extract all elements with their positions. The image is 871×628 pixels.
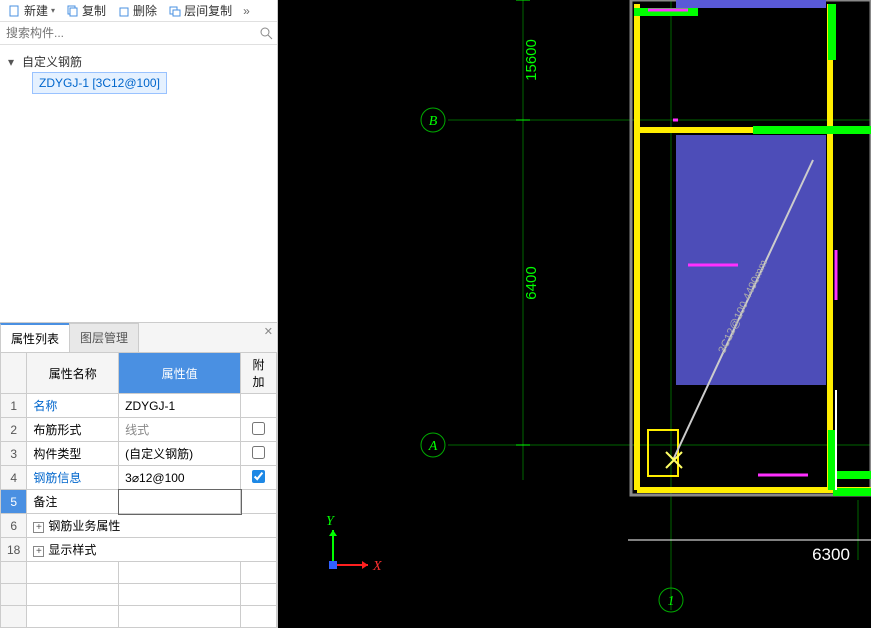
component-tree: ▾ 自定义钢筋 ZDYGJ-1 [3C12@100] <box>0 45 277 100</box>
expand-icon[interactable]: + <box>33 546 44 557</box>
prop-name-name: 名称 <box>27 394 119 418</box>
floor-copy-button[interactable]: 层间复制 <box>164 0 237 21</box>
svg-text:X: X <box>372 559 382 574</box>
property-table: 属性名称 属性值 附加 1 名称 ZDYGJ-1 2 布筋形式 线式 3 构件类… <box>0 352 277 628</box>
prop-name-layout: 布筋形式 <box>27 418 119 442</box>
delete-icon <box>118 5 130 17</box>
svg-text:Y: Y <box>326 514 336 529</box>
extra-chk-layout[interactable] <box>252 422 265 435</box>
prop-row-layout[interactable]: 2 布筋形式 线式 <box>1 418 277 442</box>
svg-text:A: A <box>428 439 438 454</box>
prop-val-name[interactable]: ZDYGJ-1 <box>119 394 241 418</box>
caret-down-icon: ▾ <box>8 55 18 69</box>
drawing-canvas[interactable]: B A 1 15600 6400 6300 X Y <box>278 0 871 628</box>
prop-header-extra: 附加 <box>241 353 277 394</box>
delete-button[interactable]: 删除 <box>113 0 162 21</box>
delete-label: 删除 <box>133 2 157 19</box>
extra-chk-rebar[interactable] <box>252 470 265 483</box>
new-button[interactable]: 新建 ▾ <box>4 0 60 21</box>
expand-icon[interactable]: + <box>33 522 44 533</box>
tree-item-zdygj1[interactable]: ZDYGJ-1 [3C12@100] <box>32 72 167 94</box>
dim-6300: 6300 <box>812 545 850 564</box>
prop-val-rebar[interactable]: 3⌀12@100 <box>119 466 241 490</box>
panel-tabs: 属性列表 图层管理 <box>0 323 277 352</box>
tab-properties[interactable]: 属性列表 <box>0 323 70 352</box>
prop-name-style[interactable]: +显示样式 <box>27 538 277 562</box>
property-panel: ✕ 属性列表 图层管理 属性名称 属性值 附加 1 名称 ZDYGJ-1 2 布… <box>0 322 277 628</box>
copy-icon <box>67 5 79 17</box>
prop-name-type: 构件类型 <box>27 442 119 466</box>
prop-row-biz[interactable]: 6 +钢筋业务属性 <box>1 514 277 538</box>
cad-viewport[interactable]: B A 1 15600 6400 6300 X Y <box>278 0 871 628</box>
prop-row-rebar[interactable]: 4 钢筋信息 3⌀12@100 <box>1 466 277 490</box>
ucs-icon: X Y <box>326 514 382 574</box>
floor-copy-label: 层间复制 <box>184 2 232 19</box>
prop-name-remark: 备注 <box>27 490 119 514</box>
prop-header-name: 属性名称 <box>27 353 119 394</box>
prop-row-remark[interactable]: 5 备注 <box>1 490 277 514</box>
grid-bubble-b: B <box>421 108 445 132</box>
new-label: 新建 <box>24 2 48 19</box>
prop-name-rebar: 钢筋信息 <box>27 466 119 490</box>
tab-layers[interactable]: 图层管理 <box>69 323 139 352</box>
close-panel-button[interactable]: ✕ <box>264 325 273 338</box>
prop-val-layout[interactable]: 线式 <box>119 418 241 442</box>
new-icon <box>9 5 21 17</box>
svg-text:1: 1 <box>668 594 675 609</box>
prop-row-style[interactable]: 18 +显示样式 <box>1 538 277 562</box>
prop-row-name[interactable]: 1 名称 ZDYGJ-1 <box>1 394 277 418</box>
toolbar-more-icon[interactable]: » <box>239 4 254 18</box>
svg-text:B: B <box>429 114 438 129</box>
search-input[interactable] <box>0 22 255 44</box>
grid-bubble-a: A <box>421 433 445 457</box>
prop-header-index <box>1 353 27 394</box>
extra-chk-type[interactable] <box>252 446 265 459</box>
search-button[interactable] <box>255 22 277 44</box>
dim-15600: 15600 <box>523 39 540 81</box>
search-row <box>0 22 277 45</box>
search-icon <box>259 26 273 40</box>
prop-val-type[interactable]: (自定义钢筋) <box>119 442 241 466</box>
slab <box>676 135 826 385</box>
prop-header-value[interactable]: 属性值 <box>119 353 241 394</box>
floor-copy-icon <box>169 5 181 17</box>
dim-6400: 6400 <box>523 266 540 299</box>
prop-header-row: 属性名称 属性值 附加 <box>1 353 277 394</box>
tree-root-custom-rebar[interactable]: ▾ 自定义钢筋 <box>8 51 269 72</box>
prop-row-type[interactable]: 3 构件类型 (自定义钢筋) <box>1 442 277 466</box>
pick-point-marker <box>666 452 682 468</box>
dropdown-caret-icon: ▾ <box>51 6 55 15</box>
component-toolbar: 新建 ▾ 复制 删除 层间复制 » <box>0 0 277 22</box>
column <box>648 430 678 476</box>
tree-root-label: 自定义钢筋 <box>22 53 82 70</box>
prop-name-biz[interactable]: +钢筋业务属性 <box>27 514 277 538</box>
left-pane: 新建 ▾ 复制 删除 层间复制 » ▾ <box>0 0 278 628</box>
copy-button[interactable]: 复制 <box>62 0 111 21</box>
prop-val-remark[interactable] <box>119 490 241 514</box>
copy-label: 复制 <box>82 2 106 19</box>
